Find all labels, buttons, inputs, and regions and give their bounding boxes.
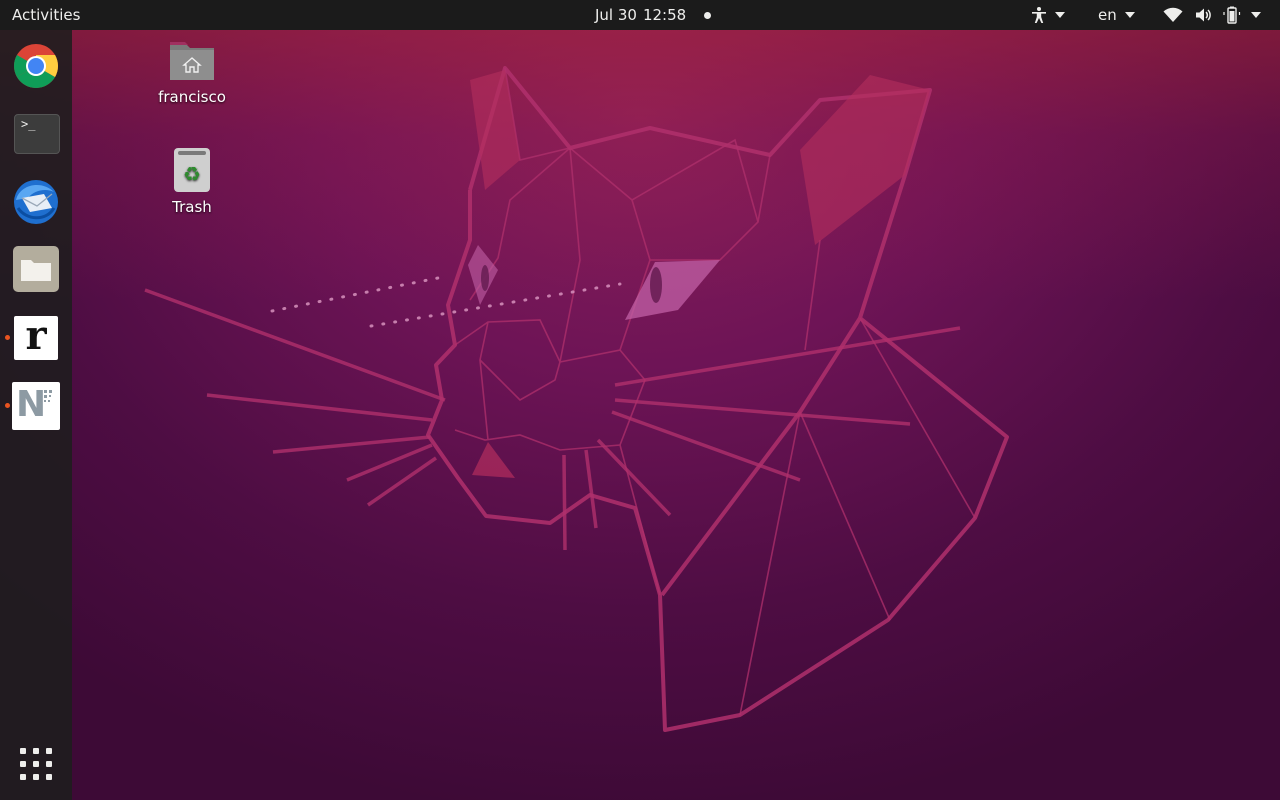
desktop-background: francisco ♻ Trash xyxy=(0,0,1280,800)
dock-item-files[interactable] xyxy=(13,246,59,292)
accessibility-icon xyxy=(1032,7,1046,23)
activities-button[interactable]: Activities xyxy=(12,6,80,24)
clock-button[interactable]: Jul 30 12:58 xyxy=(595,6,712,24)
svg-text:♻: ♻ xyxy=(183,162,201,186)
r-app-icon: r xyxy=(25,312,47,359)
dock-item-terminal[interactable]: >_ xyxy=(14,114,60,154)
chrome-icon xyxy=(14,44,58,88)
accessibility-menu[interactable] xyxy=(1031,5,1065,25)
running-indicator xyxy=(5,335,10,340)
show-applications-button[interactable] xyxy=(12,740,60,788)
running-indicator xyxy=(5,403,10,408)
terminal-icon: >_ xyxy=(21,117,36,131)
language-label: en xyxy=(1098,6,1117,24)
language-menu[interactable]: en xyxy=(1098,5,1135,25)
dock-item-n-app[interactable]: N xyxy=(12,382,60,430)
thunderbird-icon xyxy=(14,180,58,224)
desktop-icon-home-folder[interactable]: francisco xyxy=(147,38,237,106)
app-grid-icon xyxy=(20,748,52,780)
chevron-down-icon xyxy=(1124,12,1135,18)
desktop-icon-trash[interactable]: ♻ Trash xyxy=(147,148,237,216)
chevron-down-icon xyxy=(1055,12,1065,18)
volume-icon xyxy=(1196,8,1211,22)
system-menu[interactable] xyxy=(1163,5,1261,25)
desktop-icon-label: francisco xyxy=(158,88,226,106)
dock: >_ r N xyxy=(0,30,72,800)
wallpaper-cat-artwork xyxy=(144,66,1009,732)
n-app-dots-decoration xyxy=(44,390,52,402)
time-label: 12:58 xyxy=(642,6,687,24)
home-folder-icon xyxy=(170,42,214,80)
dock-item-thunderbird[interactable] xyxy=(12,178,60,226)
files-icon xyxy=(21,260,51,281)
wifi-icon xyxy=(1163,7,1183,22)
date-label: Jul 30 xyxy=(595,6,637,24)
notification-dot-icon xyxy=(704,11,712,19)
dock-item-chrome[interactable] xyxy=(12,42,60,90)
dock-item-r-app[interactable]: r xyxy=(14,312,58,360)
trash-icon: ♻ xyxy=(174,148,210,192)
desktop-icon-label: Trash xyxy=(172,198,212,216)
chevron-down-icon xyxy=(1251,12,1261,18)
battery-icon xyxy=(1223,6,1241,24)
top-bar: Activities Jul 30 12:58 en xyxy=(0,0,1280,30)
